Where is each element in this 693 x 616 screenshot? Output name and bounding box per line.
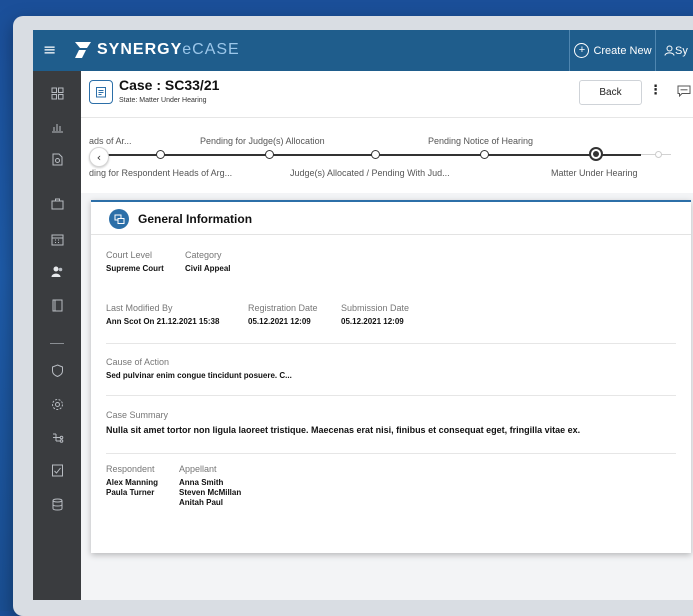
info-icon <box>109 209 129 229</box>
synergy-logo-icon <box>75 42 91 58</box>
document-search-icon[interactable] <box>33 149 81 169</box>
last-modified-label: Last Modified By <box>106 303 173 313</box>
step-label[interactable]: Pending Notice of Hearing <box>428 136 533 146</box>
step-label[interactable]: Matter Under Hearing <box>551 168 638 178</box>
app-window: ≡ SYNERGYeCASE + Create New Sy Case: SC… <box>33 30 693 600</box>
hierarchy-icon[interactable] <box>33 427 81 447</box>
future-step-node <box>655 151 662 158</box>
card-title: General Information <box>138 212 253 226</box>
submission-date-value: 05.12.2021 12:09 <box>341 317 404 326</box>
registration-date-label: Registration Date <box>248 303 318 313</box>
database-icon[interactable] <box>33 494 81 514</box>
step-label[interactable]: Judge(s) Allocated / Pending With Jud... <box>290 168 450 178</box>
respondent-label: Respondent <box>106 464 155 474</box>
chevron-left-icon[interactable]: ‹ <box>89 147 109 167</box>
book-icon[interactable] <box>33 295 81 315</box>
appellant-name: Steven McMillan <box>179 488 242 497</box>
top-bar: ≡ SYNERGYeCASE + Create New Sy <box>33 30 693 71</box>
create-new-button[interactable]: + Create New <box>569 30 656 71</box>
step-node[interactable] <box>156 150 165 159</box>
briefcase-icon[interactable] <box>33 193 81 213</box>
card-header: General Information <box>91 202 691 235</box>
step-node[interactable] <box>480 150 489 159</box>
case-file-icon <box>89 80 113 104</box>
respondent-list: Alex Manning Paula Turner <box>106 478 158 498</box>
chart-icon[interactable] <box>33 116 81 136</box>
step-node[interactable] <box>265 150 274 159</box>
divider <box>106 395 676 396</box>
case-progress-stepper: ads of Ar... Pending for Judge(s) Alloca… <box>81 118 693 193</box>
divider <box>106 453 676 454</box>
chat-icon[interactable] <box>677 85 691 97</box>
more-options-icon[interactable]: ⋮ <box>649 82 662 100</box>
category-value: Civil Appeal <box>185 264 231 273</box>
app-logo-text: SYNERGYeCASE <box>97 41 240 58</box>
step-node[interactable] <box>371 150 380 159</box>
appellant-label: Appellant <box>179 464 217 474</box>
appellant-name: Anna Smith <box>179 478 224 487</box>
user-icon <box>664 45 675 56</box>
cause-of-action-label: Cause of Action <box>106 357 170 367</box>
dashboard-icon[interactable] <box>33 83 81 103</box>
checklist-icon[interactable] <box>33 460 81 480</box>
court-level-value: Supreme Court <box>106 264 164 273</box>
respondent-name: Alex Manning <box>106 478 159 487</box>
back-button[interactable]: Back <box>579 80 642 105</box>
court-level-label: Court Level <box>106 250 153 260</box>
category-label: Category <box>185 250 222 260</box>
plus-circle-icon: + <box>574 43 590 58</box>
sidebar-divider <box>50 343 64 344</box>
appellant-list: Anna Smith Steven McMillan Anitah Paul <box>179 478 241 508</box>
registration-date-value: 05.12.2021 12:09 <box>248 317 311 326</box>
respondent-name: Paula Turner <box>106 488 155 497</box>
user-menu-button[interactable]: Sy <box>655 30 693 71</box>
case-title: Case : SC33/21 <box>119 77 220 93</box>
case-state: State: Matter Under Hearing <box>119 97 207 104</box>
general-information-card: General Information Court Level Supreme … <box>91 200 691 553</box>
current-step-node[interactable] <box>589 147 603 161</box>
step-label[interactable]: ding for Respondent Heads of Arg... <box>89 168 232 178</box>
sidebar <box>33 71 81 600</box>
divider <box>106 343 676 344</box>
shield-icon[interactable] <box>33 360 81 380</box>
step-label[interactable]: ads of Ar... <box>89 136 132 146</box>
create-new-label: Create New <box>593 44 652 57</box>
case-header: Case : SC33/21 State: Matter Under Heari… <box>81 71 693 118</box>
case-summary-value: Nulla sit amet tortor non ligula laoreet… <box>106 425 581 435</box>
submission-date-label: Submission Date <box>341 303 410 313</box>
appellant-name: Anitah Paul <box>179 498 224 507</box>
hamburger-icon[interactable]: ≡ <box>43 41 56 59</box>
settings-icon[interactable] <box>33 394 81 414</box>
user-label: Sy <box>675 44 688 57</box>
users-icon[interactable] <box>33 261 81 281</box>
calendar-icon[interactable] <box>33 229 81 249</box>
case-summary-label: Case Summary <box>106 410 169 420</box>
cause-of-action-value: Sed pulvinar enim congue tincidunt posue… <box>106 371 292 380</box>
last-modified-value: Ann Scot On 21.12.2021 15:38 <box>106 317 220 326</box>
step-label[interactable]: Pending for Judge(s) Allocation <box>200 136 325 146</box>
